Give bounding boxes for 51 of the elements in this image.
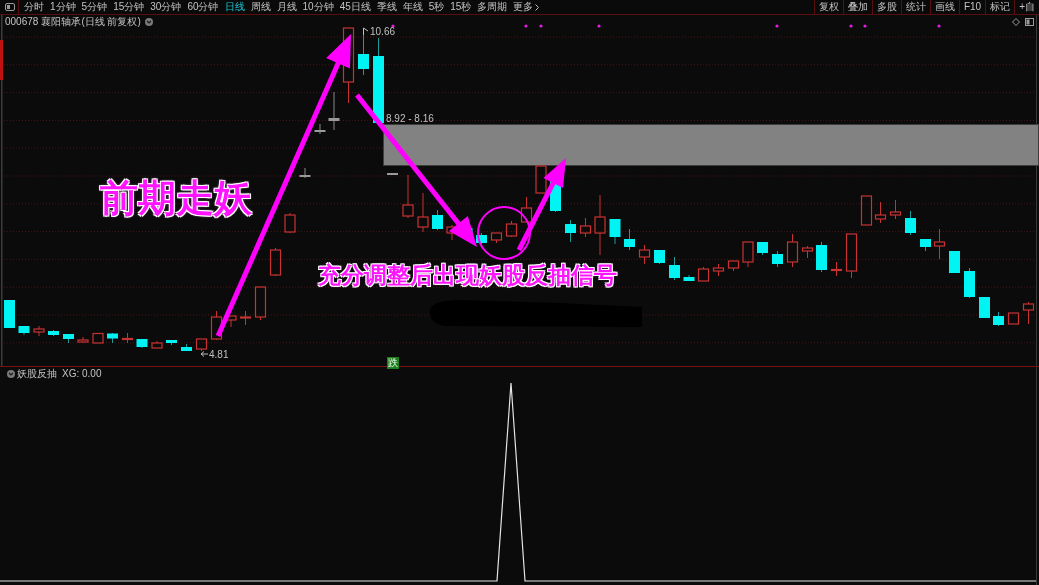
period-tab[interactable]: 多周期 xyxy=(474,0,511,14)
highlight-circle xyxy=(477,206,531,260)
zone-range-label: 8.92 - 8.16 xyxy=(386,113,434,124)
period-tab[interactable]: 季线 xyxy=(373,0,400,14)
toolbar-button[interactable]: 叠加 xyxy=(842,0,872,14)
diamond-icon[interactable] xyxy=(1012,17,1020,26)
signal-dot-icon xyxy=(524,24,528,28)
period-tab[interactable]: 周线 xyxy=(247,0,274,14)
more-button[interactable]: 更多 xyxy=(510,0,543,14)
toolbar-button[interactable]: 多股 xyxy=(871,0,901,14)
low-price-label: 4.81 xyxy=(209,349,229,360)
toolbar-button[interactable]: 画线 xyxy=(929,0,959,14)
period-tab[interactable]: 30分钟 xyxy=(147,0,185,14)
period-tab[interactable]: 月线 xyxy=(273,0,300,14)
period-tab[interactable]: 5分钟 xyxy=(78,0,111,14)
period-tab[interactable]: 日线 xyxy=(221,0,248,14)
left-arrow-icon xyxy=(200,351,209,357)
toolbar-button[interactable]: 标记 xyxy=(985,0,1015,14)
period-tab[interactable]: 1分钟 xyxy=(47,0,79,14)
toolbar-button[interactable]: 统计 xyxy=(900,0,930,14)
period-tab[interactable]: 10分钟 xyxy=(299,0,337,14)
signal-dot-icon xyxy=(863,24,867,28)
annotation-title: 前期走妖 xyxy=(100,179,252,217)
period-tab[interactable]: 60分钟 xyxy=(184,0,222,14)
period-tab[interactable]: 15秒 xyxy=(447,0,475,14)
dropdown-icon[interactable] xyxy=(7,370,15,378)
annotation-caption: 充分调整后出现妖股反抽信号 xyxy=(318,264,617,287)
signal-dot-icon xyxy=(391,24,395,28)
period-tab[interactable]: 15分钟 xyxy=(110,0,148,14)
stock-code: 000678 xyxy=(5,15,39,28)
signal-dot-icon xyxy=(775,24,779,28)
toolbar-button[interactable]: F10 xyxy=(958,0,986,14)
chart-title: 襄阳轴承(日线 前复权) xyxy=(41,15,141,28)
toolbar-button[interactable]: +自 xyxy=(1014,0,1039,14)
indicator-reading: XG: 0.00 xyxy=(62,368,102,380)
signal-dot-icon xyxy=(539,24,543,28)
toolbar-button[interactable]: 复权 xyxy=(813,0,843,14)
dropdown-icon[interactable] xyxy=(144,17,153,26)
panel-toggle-icon[interactable] xyxy=(5,3,15,11)
indicator-name: 妖股反抽 xyxy=(17,368,57,380)
period-tab[interactable]: 分时 xyxy=(21,0,47,14)
signal-dot-icon xyxy=(849,24,853,28)
period-tab[interactable]: 5秒 xyxy=(425,0,448,14)
signal-tag: 跌 xyxy=(387,357,399,369)
chevron-icon xyxy=(535,3,540,11)
period-tab[interactable]: 45日线 xyxy=(336,0,374,14)
high-price-label: 10.66 xyxy=(370,26,396,37)
period-tab[interactable]: 年线 xyxy=(399,0,426,14)
panel-icon[interactable] xyxy=(1025,17,1034,26)
signal-dot-icon xyxy=(937,24,941,28)
signal-dot-icon xyxy=(597,24,601,28)
